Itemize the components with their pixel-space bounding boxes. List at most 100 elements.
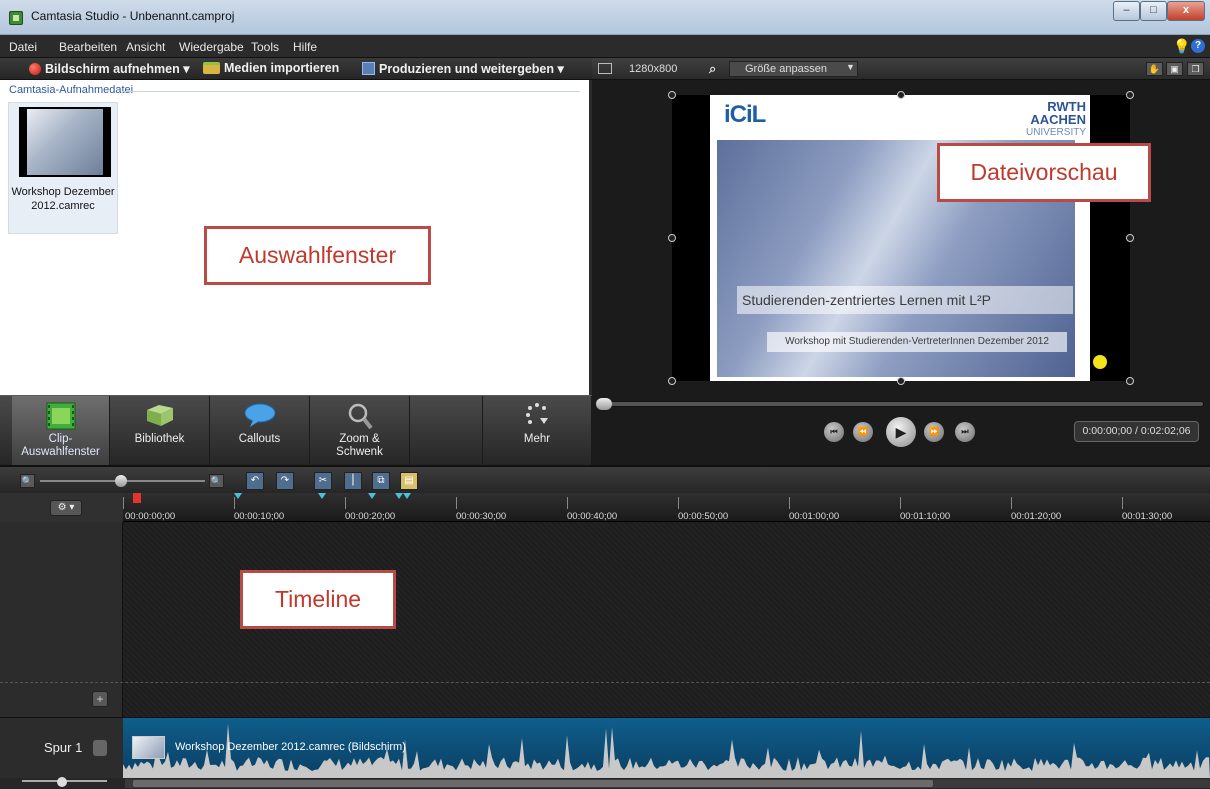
slide-subtitle: Workshop mit Studierenden-VertreterInnen… — [767, 332, 1067, 352]
crop-icon[interactable]: ▣ — [1166, 62, 1183, 76]
resize-handle[interactable] — [1126, 234, 1134, 242]
playhead[interactable] — [133, 493, 141, 503]
resize-handle[interactable] — [1126, 91, 1134, 99]
menu-datei[interactable]: Datei — [9, 40, 37, 54]
marker-icon[interactable] — [368, 493, 376, 499]
resize-handle[interactable] — [668, 91, 676, 99]
undo-icon[interactable]: ↶ — [246, 472, 264, 490]
marker-icon[interactable] — [234, 493, 242, 499]
more-dots-icon — [526, 403, 548, 424]
add-track-button[interactable]: + — [92, 691, 108, 707]
pan-hand-icon[interactable]: ✋ — [1146, 62, 1163, 76]
rewind-icon[interactable]: ⏪ — [853, 422, 873, 442]
copy-icon[interactable]: ⧉ — [372, 472, 390, 490]
annotation-timeline: Timeline — [240, 570, 396, 629]
timeline-area[interactable]: Timeline — [123, 522, 1210, 717]
paste-icon[interactable]: ▤ — [400, 472, 418, 490]
track-clip-label: Workshop Dezember 2012.camrec (Bildschir… — [175, 741, 406, 753]
tab-more-label: Mehr — [523, 433, 551, 445]
timeline-ruler[interactable]: 00:00:00;00 00:00:10;00 00:00:20;00 00:0… — [123, 493, 1210, 522]
zoom-in-icon[interactable]: 🔍 — [209, 474, 224, 488]
ruler-label: 00:01:10;00 — [900, 511, 951, 522]
zoom-icon[interactable]: ⌕ — [709, 61, 716, 77]
detach-preview-icon[interactable]: ❐ — [1187, 62, 1204, 76]
clip-item[interactable]: Workshop Dezember 2012.camrec — [8, 102, 118, 234]
timecode-display: 0:00:00;00 / 0:02:02;06 — [1074, 421, 1199, 442]
resize-handle[interactable] — [1126, 377, 1134, 385]
annotation-dateivorschau: Dateivorschau — [937, 143, 1151, 202]
split-icon[interactable]: ⎮ — [344, 472, 362, 490]
lightbulb-icon[interactable]: 💡 — [1173, 38, 1190, 55]
tab-zoom-pan-label2: Schwenk — [336, 446, 383, 458]
ruler-tick — [345, 497, 346, 509]
resolution-icon[interactable] — [598, 63, 612, 74]
resize-handle[interactable] — [897, 91, 905, 99]
tab-more[interactable]: Mehr — [482, 396, 592, 466]
resize-handle[interactable] — [897, 377, 905, 385]
import-media-button[interactable]: Medien importieren — [203, 61, 339, 75]
scrollbar-thumb[interactable] — [133, 780, 933, 787]
clip-bin-panel: Camtasia-Aufnahmedatei Workshop Dezember… — [0, 80, 592, 395]
menu-wiedergabe[interactable]: Wiedergabe — [179, 40, 244, 54]
skip-forward-icon[interactable]: ⏭ — [955, 422, 975, 442]
tab-callouts[interactable]: Callouts — [210, 396, 310, 466]
ruler-label: 00:00:00;00 — [125, 511, 176, 522]
marker-icon[interactable] — [395, 493, 403, 499]
library-icon — [146, 405, 173, 426]
zoom-out-icon[interactable]: 🔍 — [20, 474, 35, 488]
fast-forward-icon[interactable]: ⏩ — [924, 422, 944, 442]
marker-icon[interactable] — [318, 493, 326, 499]
track-name[interactable]: Spur 1 — [44, 740, 82, 755]
tab-clip-bin-label1: Clip- — [48, 433, 73, 445]
ruler-tick — [789, 497, 790, 509]
help-icon[interactable]: ? — [1191, 39, 1205, 53]
tab-clip-bin[interactable]: Clip- Auswahlfenster — [12, 396, 110, 466]
menu-ansicht[interactable]: Ansicht — [126, 40, 165, 54]
marker-icon[interactable] — [403, 493, 411, 499]
produce-share-label: Produzieren und weitergeben ▾ — [379, 62, 564, 76]
track-clip-thumbnail — [132, 736, 165, 759]
tab-zoom-pan-label1: Zoom & — [339, 433, 380, 445]
scrubber-handle[interactable] — [596, 398, 612, 410]
chevron-down-icon[interactable]: ▼ — [846, 62, 855, 72]
track-height-handle[interactable] — [57, 777, 67, 787]
minimize-button[interactable]: – — [1113, 1, 1140, 21]
maximize-button[interactable]: □ — [1140, 1, 1167, 21]
preview-scrubber[interactable] — [598, 401, 1204, 407]
lock-icon[interactable] — [93, 740, 107, 756]
tab-library[interactable]: Bibliothek — [110, 396, 210, 466]
record-screen-button[interactable]: Bildschirm aufnehmen ▾ — [29, 61, 190, 76]
ruler-tick — [1011, 497, 1012, 509]
rwth-logo-line1: RWTH AACHEN — [1030, 99, 1086, 127]
import-media-label: Medien importieren — [224, 61, 340, 75]
redo-icon[interactable]: ↷ — [276, 472, 294, 490]
horizontal-scrollbar[interactable] — [125, 779, 1210, 788]
menu-hilfe[interactable]: Hilfe — [293, 40, 317, 54]
produce-share-button[interactable]: Produzieren und weitergeben ▾ — [362, 61, 564, 76]
cut-icon[interactable]: ✂ — [314, 472, 332, 490]
menu-bearbeiten[interactable]: Bearbeiten — [59, 40, 117, 54]
record-icon — [29, 63, 41, 75]
ruler-label: 00:01:30;00 — [1122, 511, 1173, 522]
resize-handle[interactable] — [668, 377, 676, 385]
preview-panel: 1280x800 ⌕ Größe anpassen ▼ ✋ ▣ ❐ iCiL R… — [592, 58, 1210, 465]
ruler-tick — [1122, 497, 1123, 509]
gear-icon[interactable]: ⚙ ▾ — [50, 500, 82, 516]
tab-zoom-pan[interactable]: Zoom & Schwenk — [310, 396, 410, 466]
slide-title: Studierenden-zentriertes Lernen mit L²P — [737, 286, 1073, 314]
fit-size-dropdown[interactable]: Größe anpassen — [729, 61, 858, 77]
resize-handle[interactable] — [668, 234, 676, 242]
slide-frame: iCiL RWTH AACHEN UNIVERSITY Studierenden… — [710, 95, 1107, 381]
play-button[interactable]: ▶ — [886, 417, 916, 447]
zoom-slider-handle[interactable] — [115, 475, 127, 487]
clip-bin-section-label: Camtasia-Aufnahmedatei — [9, 84, 134, 96]
skip-back-icon[interactable]: ⏮ — [824, 422, 844, 442]
resolution-label[interactable]: 1280x800 — [629, 63, 677, 75]
track-clip[interactable]: Workshop Dezember 2012.camrec (Bildschir… — [123, 717, 1210, 778]
menu-tools[interactable]: Tools — [251, 40, 279, 54]
speech-bubble-icon — [244, 403, 275, 427]
track-height-slider[interactable] — [22, 777, 107, 787]
preview-canvas[interactable]: iCiL RWTH AACHEN UNIVERSITY Studierenden… — [668, 91, 1151, 385]
section-divider — [122, 91, 580, 92]
close-button[interactable]: x — [1167, 1, 1205, 21]
